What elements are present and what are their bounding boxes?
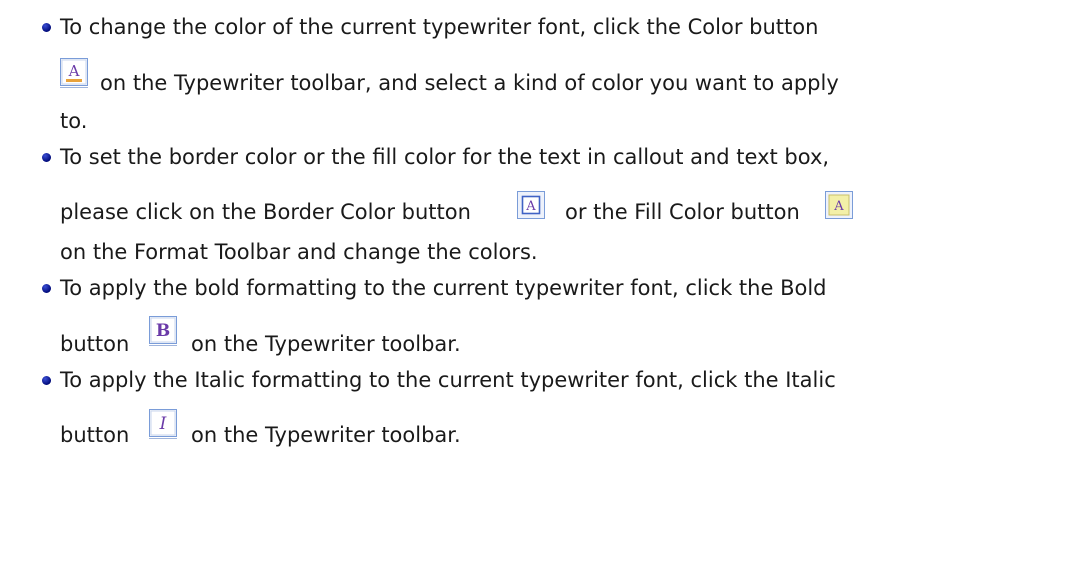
- item-1-line-2: on the Typewriter toolbar, and select a …: [100, 71, 839, 95]
- italic-icon: I: [149, 409, 177, 439]
- item-4-line-2b: on the Typewriter toolbar.: [191, 423, 461, 447]
- item-1-line-3: to.: [60, 109, 88, 133]
- item-4-line-2a: button: [60, 423, 130, 447]
- item-3-line-1: To apply the bold formatting to the curr…: [60, 276, 827, 300]
- item-2-line-1: To set the border color or the fill colo…: [60, 145, 830, 169]
- help-document: To change the color of the current typew…: [0, 0, 1088, 572]
- bullet-icon: [42, 153, 51, 162]
- bullet-icon: [42, 23, 51, 32]
- item-3-line-2a: button: [60, 332, 130, 356]
- font-color-icon: A: [60, 58, 88, 88]
- bullet-icon: [42, 284, 51, 293]
- item-4-line-1: To apply the Italic formatting to the cu…: [60, 368, 836, 392]
- fill-color-glyph: A: [833, 199, 844, 214]
- bold-icon: B: [149, 316, 177, 346]
- item-1-line-1: To change the color of the current typew…: [60, 15, 819, 39]
- bullet-icon: [42, 376, 51, 385]
- fill-color-icon: A: [825, 191, 853, 219]
- font-color-glyph: A: [68, 62, 80, 80]
- item-2-line-3: on the Format Toolbar and change the col…: [60, 240, 538, 264]
- bold-glyph: B: [156, 321, 170, 341]
- item-2-line-2b: or the Fill Color button: [565, 200, 800, 224]
- border-color-icon: A: [517, 191, 545, 219]
- border-color-glyph: A: [525, 199, 536, 214]
- item-3-line-2b: on the Typewriter toolbar.: [191, 332, 461, 356]
- item-2-line-2a: please click on the Border Color button: [60, 200, 471, 224]
- italic-glyph: I: [159, 414, 167, 434]
